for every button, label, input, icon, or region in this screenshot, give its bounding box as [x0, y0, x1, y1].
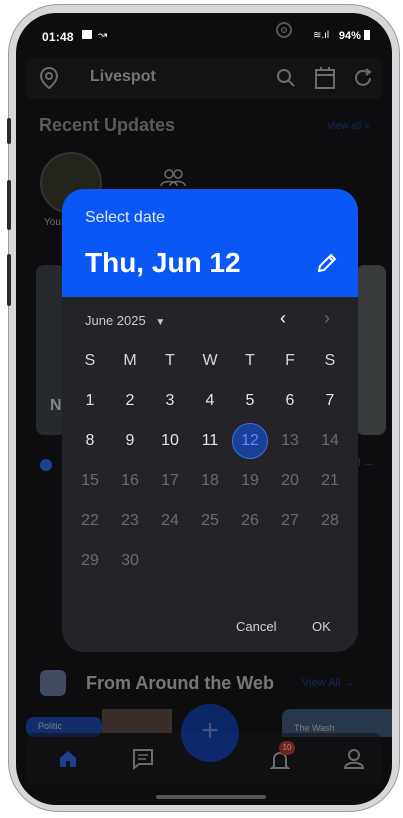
day-cell: 27	[281, 512, 299, 529]
date-picker-header-label: Select date	[85, 209, 166, 226]
front-camera	[276, 22, 292, 38]
day-cell: 18	[201, 472, 219, 489]
group-icon[interactable]	[160, 169, 186, 187]
day-cell: 29	[81, 552, 99, 569]
screen: 01:48 ↝ ≋.ıl 94% Livespot Recent Updates…	[16, 13, 392, 805]
app-bar: Livespot	[26, 57, 382, 99]
more-arrow[interactable]: l →	[358, 457, 375, 469]
day-cell[interactable]: 2	[112, 392, 148, 410]
from-web-title: From Around the Web	[86, 673, 274, 693]
plus-icon: +	[201, 714, 219, 747]
weekday-label: S	[84, 352, 96, 369]
day-cell: 26	[241, 512, 259, 529]
day-cell: 20	[281, 472, 299, 489]
web-card-left-label: Politic	[38, 721, 63, 731]
news-card-letter: N	[50, 397, 62, 414]
day-cell[interactable]: 4	[192, 392, 228, 410]
battery-percent: 94%	[339, 30, 370, 42]
volume-up-button	[7, 118, 11, 144]
weekday-label: M	[123, 352, 137, 369]
date-picker-header: Select date Thu, Jun 12	[62, 189, 358, 297]
status-bar: 01:48 ↝ ≋.ıl 94%	[16, 13, 392, 53]
day-cell[interactable]: 11	[192, 432, 228, 450]
next-month-button[interactable]: ›	[324, 308, 330, 329]
edit-pencil-icon[interactable]	[316, 252, 338, 274]
home-indicator	[156, 795, 266, 799]
day-cell: 13	[281, 432, 299, 449]
search-icon[interactable]	[276, 68, 296, 88]
day-cell: 14	[321, 432, 339, 449]
day-cell[interactable]: 3	[152, 392, 188, 410]
day-cell: 25	[201, 512, 219, 529]
power-button	[7, 254, 11, 306]
day-cell[interactable]: 10	[152, 432, 188, 450]
story-label: You	[44, 217, 61, 228]
notification-badge: 10	[279, 741, 295, 755]
day-cell[interactable]: 8	[72, 432, 108, 450]
day-cell[interactable]: 9	[112, 432, 148, 450]
web-card-left-image[interactable]	[102, 709, 172, 733]
month-year-selector[interactable]: June 2025 ▼	[85, 313, 165, 328]
day-cell: 21	[321, 472, 339, 489]
day-cell: 23	[121, 512, 139, 529]
calendar-icon[interactable]	[314, 66, 336, 90]
date-picker-dialog: Select date Thu, Jun 12 June 2025 ▼ ‹ › …	[62, 189, 358, 652]
day-cell: 19	[241, 472, 259, 489]
from-web-section: From Around the Web View All →	[26, 665, 382, 701]
day-cell: 22	[81, 512, 99, 529]
web-card-right-label: The Wash	[294, 723, 335, 733]
recent-updates-title: Recent Updates	[39, 115, 176, 135]
day-cell[interactable]: 1	[72, 392, 108, 410]
map-card-right[interactable]	[356, 265, 386, 435]
add-post-fab[interactable]: +	[181, 704, 239, 762]
volume-down-button	[7, 180, 11, 230]
weekday-label: F	[285, 352, 295, 369]
day-cell[interactable]: 6	[272, 392, 308, 410]
prev-month-button[interactable]: ‹	[280, 308, 286, 329]
selected-date-display: Thu, Jun 12	[85, 247, 241, 278]
day-cell: 24	[161, 512, 179, 529]
weekday-label: T	[245, 352, 255, 369]
wifi-signal-icon: ≋.ıl	[313, 30, 330, 41]
day-cell: 28	[321, 512, 339, 529]
globe-icon	[40, 670, 66, 696]
weekday-label: W	[202, 352, 218, 369]
app-title: Livespot	[90, 68, 156, 85]
gallery-icon	[82, 30, 92, 39]
refresh-icon[interactable]	[352, 67, 374, 89]
cancel-button[interactable]: Cancel	[236, 619, 276, 634]
day-cell: 17	[161, 472, 179, 489]
from-web-view-all[interactable]: View All →	[302, 677, 354, 689]
weekday-label: T	[165, 352, 175, 369]
home-icon[interactable]	[58, 749, 78, 769]
ok-button[interactable]: OK	[312, 619, 331, 634]
location-pin-icon[interactable]	[40, 67, 58, 89]
status-time: 01:48	[42, 30, 74, 44]
info-dot-icon	[40, 459, 52, 471]
day-cell: 16	[121, 472, 139, 489]
day-cell: 15	[81, 472, 99, 489]
weekday-label: S	[324, 352, 336, 369]
chat-icon[interactable]	[132, 748, 154, 770]
day-cell[interactable]: 7	[312, 392, 348, 410]
day-cell[interactable]: 5	[232, 392, 268, 410]
dropdown-caret-icon: ▼	[155, 317, 166, 328]
notification-icon: ↝	[98, 29, 108, 41]
day-cell-selected[interactable]: 12	[232, 432, 268, 450]
profile-icon[interactable]	[344, 748, 364, 770]
month-year-label: June 2025	[85, 313, 146, 328]
battery-icon	[364, 30, 370, 40]
recent-updates-view-all[interactable]: View all >	[327, 121, 370, 132]
day-cell: 30	[121, 552, 139, 569]
